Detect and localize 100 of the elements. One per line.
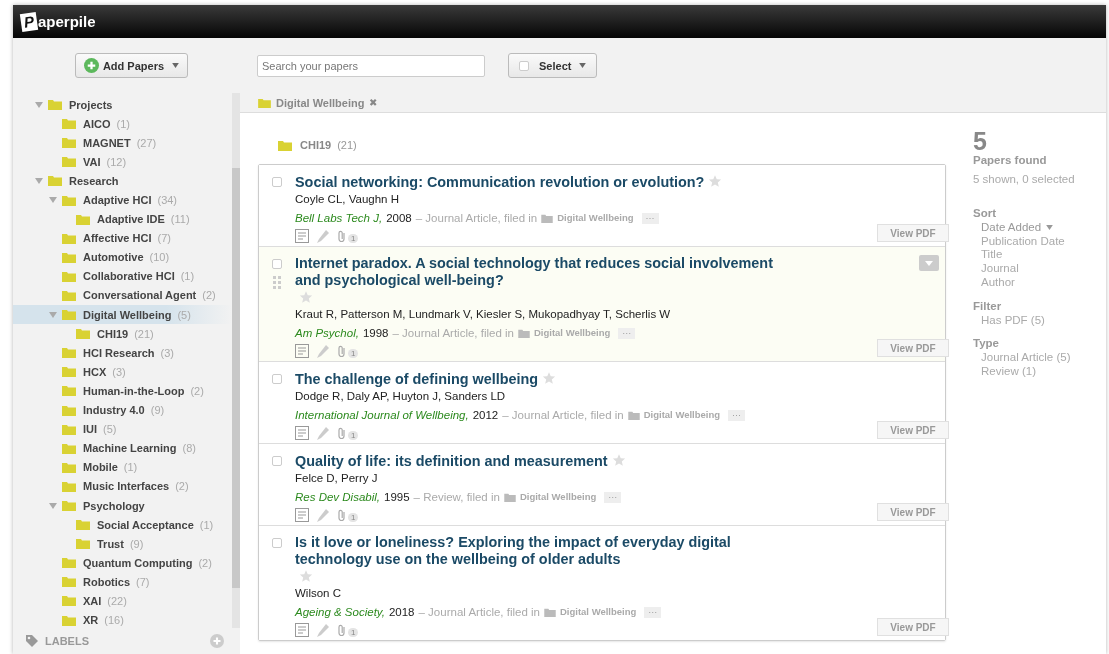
folder-item[interactable]: XR (16) bbox=[13, 610, 232, 630]
attachment-count: 1 bbox=[348, 431, 359, 440]
drag-handle-icon[interactable] bbox=[273, 276, 281, 289]
expand-arrow-icon[interactable] bbox=[49, 501, 57, 510]
folder-item[interactable]: IUI (5) bbox=[13, 419, 232, 439]
folder-icon bbox=[62, 309, 76, 321]
paper-authors: Felce D, Perry J bbox=[295, 471, 379, 486]
dropdown-icon[interactable] bbox=[919, 255, 939, 271]
paperclip-icon[interactable] bbox=[337, 426, 347, 440]
checkbox[interactable] bbox=[272, 259, 282, 269]
folder-icon bbox=[62, 595, 76, 607]
add-papers-button[interactable]: Add Papers bbox=[74, 53, 189, 78]
folder-icon bbox=[544, 607, 556, 617]
attachment-count: 1 bbox=[348, 234, 359, 243]
folder-item[interactable]: Affective HCI (7) bbox=[13, 228, 232, 248]
paper-title[interactable]: Is it love or loneliness? Exploring the impact of everyday digital technology use on the wellbeing of older adults bbox=[295, 534, 795, 568]
paper-authors: Kraut R, Patterson M, Lundmark V, Kiesler S, Mukopadhyay T, Scherlis W bbox=[295, 307, 672, 322]
star-icon[interactable] bbox=[542, 371, 557, 385]
journal-name: Res Dev Disabil, bbox=[295, 490, 380, 504]
star-icon[interactable] bbox=[299, 290, 313, 304]
folder-item[interactable]: Music Interfaces (2) bbox=[13, 476, 232, 496]
folder-icon bbox=[503, 492, 516, 502]
select-button[interactable]: Select bbox=[508, 53, 598, 78]
checkbox[interactable] bbox=[272, 177, 282, 187]
notes-icon[interactable] bbox=[295, 623, 309, 637]
folder-item[interactable]: Quantum Computing (2) bbox=[13, 553, 232, 573]
folder-item[interactable]: Mobile (1) bbox=[13, 457, 232, 477]
star-icon[interactable] bbox=[299, 569, 313, 583]
type-heading: Type bbox=[973, 336, 1000, 352]
paper-title[interactable]: Internet paradox. A social technology that reduces social involvement and psychological well-being? bbox=[295, 255, 795, 289]
checkbox[interactable] bbox=[272, 538, 282, 548]
paperclip-icon[interactable] bbox=[337, 623, 347, 637]
add-label-icon[interactable] bbox=[210, 634, 224, 648]
folder-item[interactable]: Social Acceptance (1) bbox=[13, 515, 232, 535]
papers-found-label: Papers found bbox=[973, 153, 1048, 168]
plus-icon bbox=[83, 58, 99, 73]
sort-caret-icon[interactable] bbox=[1046, 225, 1054, 231]
paper-title[interactable]: Quality of life: its definition and measurement bbox=[295, 453, 608, 470]
folder-icon bbox=[48, 99, 62, 111]
paper-title[interactable]: Social networking: Communication revolution or evolution? bbox=[295, 174, 705, 191]
paperclip-icon[interactable] bbox=[337, 508, 347, 522]
paper-title[interactable]: The challenge of defining wellbeing bbox=[295, 371, 539, 388]
expand-arrow-icon[interactable] bbox=[49, 310, 57, 319]
expand-arrow-icon[interactable] bbox=[35, 100, 43, 109]
star-icon[interactable] bbox=[708, 174, 723, 188]
pencil-icon[interactable] bbox=[317, 426, 329, 440]
pencil-icon[interactable] bbox=[317, 623, 329, 637]
folder-item[interactable]: Adaptive HCI (34) bbox=[13, 190, 232, 210]
search-field[interactable]: Search your papers bbox=[257, 54, 485, 77]
folder-icon bbox=[62, 404, 76, 416]
sort-heading: Sort bbox=[973, 206, 997, 221]
expand-arrow-icon[interactable] bbox=[35, 176, 43, 185]
folder-icon bbox=[62, 137, 76, 149]
folder-icon bbox=[62, 423, 76, 435]
notes-icon[interactable] bbox=[295, 229, 309, 243]
folder-icon bbox=[62, 118, 76, 130]
paper-authors: Coyle CL, Vaughn H bbox=[295, 192, 400, 207]
folder-icon bbox=[62, 385, 76, 397]
folder-item[interactable]: Machine Learning (8) bbox=[13, 438, 232, 458]
folder-item[interactable]: Automotive (10) bbox=[13, 247, 232, 267]
checkbox[interactable] bbox=[272, 374, 282, 384]
folder-item[interactable]: Collaborative HCI (1) bbox=[13, 266, 232, 286]
folder-icon bbox=[62, 557, 76, 569]
folder-icon bbox=[62, 500, 76, 511]
expand-arrow-icon[interactable] bbox=[49, 196, 57, 204]
folder-item[interactable]: VAI (12) bbox=[13, 152, 232, 172]
folder-item[interactable]: Robotics (7) bbox=[13, 572, 232, 592]
pencil-icon[interactable] bbox=[317, 344, 329, 358]
paperclip-icon[interactable] bbox=[337, 344, 347, 358]
pencil-icon[interactable] bbox=[317, 508, 329, 522]
folder-item[interactable]: HCI Research (3) bbox=[13, 343, 232, 363]
folder-item[interactable]: CHI19 (21) bbox=[13, 324, 232, 344]
pencil-icon[interactable] bbox=[317, 229, 329, 243]
notes-icon[interactable] bbox=[295, 344, 309, 358]
paperclip-icon[interactable] bbox=[337, 229, 347, 243]
paper-type: – Journal Article, filed in bbox=[502, 408, 624, 422]
folder-icon bbox=[62, 270, 76, 282]
scrollbar[interactable] bbox=[232, 93, 240, 628]
notes-icon[interactable] bbox=[295, 508, 309, 522]
folder-item[interactable]: Industry 4.0 (9) bbox=[13, 400, 232, 420]
star-icon[interactable] bbox=[611, 453, 626, 467]
subfolder-link[interactable]: CHI19 (21) bbox=[258, 113, 946, 155]
folder-item[interactable]: XAI (22) bbox=[13, 591, 232, 611]
folder-item[interactable]: Psychology bbox=[13, 495, 232, 516]
publication-year: 2008 bbox=[386, 211, 412, 225]
publication-year: 2012 bbox=[472, 408, 499, 422]
folder-item[interactable]: MAGNET (27) bbox=[13, 133, 232, 153]
checkbox[interactable] bbox=[272, 456, 282, 466]
folder-icon bbox=[62, 480, 76, 492]
folder-item[interactable]: Conversational Agent (2) bbox=[13, 285, 232, 306]
folder-item[interactable]: Human-in-the-Loop (2) bbox=[13, 381, 232, 401]
folder-item[interactable]: Projects bbox=[13, 95, 232, 115]
folder-item[interactable]: AICO (1) bbox=[13, 114, 232, 134]
folder-item[interactable]: Research bbox=[13, 171, 232, 191]
filter-heading: Filter bbox=[973, 298, 1003, 314]
paperpile-logo[interactable]: P aperpile bbox=[21, 12, 96, 31]
notes-icon[interactable] bbox=[295, 426, 309, 440]
folder-item[interactable]: HCX (3) bbox=[13, 362, 232, 382]
folder-item[interactable]: Adaptive IDE (11) bbox=[13, 209, 232, 229]
folder-item[interactable]: Trust (9) bbox=[13, 534, 232, 554]
